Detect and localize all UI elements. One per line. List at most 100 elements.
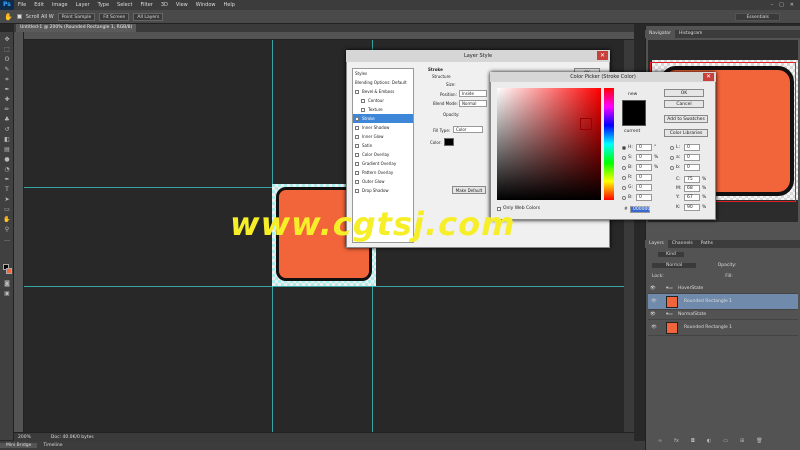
tab-channels[interactable]: Channels: [668, 240, 697, 248]
sample-select[interactable]: Point Sample: [57, 12, 96, 21]
a-field[interactable]: 0: [684, 154, 700, 161]
tab-histogram[interactable]: Histogram: [675, 30, 706, 38]
document-tab[interactable]: Untitled-1 @ 200% (Rounded Rectangle 1, …: [16, 24, 136, 38]
menu-help[interactable]: Help: [220, 2, 239, 8]
close-icon[interactable]: ✕: [790, 2, 794, 8]
filter-kind-select[interactable]: Kind: [658, 252, 684, 257]
menu-filter[interactable]: Filter: [136, 2, 156, 8]
eraser-tool-icon[interactable]: ◧: [2, 136, 12, 144]
close-icon[interactable]: ✕: [703, 73, 714, 81]
style-checkbox[interactable]: [355, 189, 359, 193]
s-field[interactable]: 0: [636, 154, 652, 161]
shape-tool-icon[interactable]: ▭: [2, 206, 12, 214]
l-field[interactable]: 0: [684, 144, 700, 151]
menu-3d[interactable]: 3D: [157, 2, 172, 8]
style-item[interactable]: Color Overlay: [353, 150, 413, 159]
layer-row-selected[interactable]: 👁 Rounded Rectangle 1: [648, 294, 798, 310]
k-field[interactable]: 90: [684, 204, 700, 211]
menu-image[interactable]: Image: [48, 2, 72, 8]
b-field[interactable]: 0: [636, 164, 652, 171]
style-checkbox[interactable]: [355, 135, 359, 139]
zoom-tool-icon[interactable]: ⚲: [2, 226, 12, 234]
tab-paths[interactable]: Paths: [697, 240, 717, 248]
style-checkbox[interactable]: [355, 90, 359, 94]
radio-g[interactable]: [622, 186, 626, 190]
visibility-eye-icon[interactable]: 👁: [650, 294, 658, 310]
dodge-tool-icon[interactable]: ◔: [2, 166, 12, 174]
hand-tool-icon[interactable]: ✋: [2, 216, 12, 224]
radio-l[interactable]: [670, 146, 674, 150]
style-item[interactable]: Blending Options: Default: [353, 78, 413, 87]
gradient-tool-icon[interactable]: ▤: [2, 146, 12, 154]
style-item[interactable]: Inner Glow: [353, 132, 413, 141]
style-checkbox[interactable]: [361, 108, 365, 112]
path-select-tool-icon[interactable]: ➤: [2, 196, 12, 204]
vertical-ruler[interactable]: [14, 32, 24, 440]
style-checkbox[interactable]: [355, 126, 359, 130]
visibility-eye-icon[interactable]: 👁: [650, 284, 656, 294]
menu-type[interactable]: Type: [94, 2, 113, 8]
healing-tool-icon[interactable]: ✚: [2, 96, 12, 104]
radio-s[interactable]: [622, 156, 626, 160]
fit-screen-button[interactable]: Fit Screen: [99, 12, 130, 21]
color-field[interactable]: [497, 88, 601, 200]
tab-layers[interactable]: Layers: [645, 240, 668, 248]
r-field[interactable]: 0: [636, 174, 652, 181]
radio-h[interactable]: [622, 146, 626, 150]
style-checkbox[interactable]: [355, 171, 359, 175]
blend-mode-select[interactable]: Normal: [459, 100, 487, 107]
hex-field[interactable]: 000000: [630, 206, 650, 213]
style-item[interactable]: Satin: [353, 141, 413, 150]
new-group-icon[interactable]: ▭: [723, 438, 728, 447]
g-field[interactable]: 0: [636, 184, 652, 191]
layer-group-row[interactable]: 👁 ▾▭ NormalState: [648, 310, 798, 320]
radio-blue[interactable]: [622, 196, 626, 200]
more-tools-icon[interactable]: …: [2, 236, 12, 244]
h-field[interactable]: 0: [636, 144, 652, 151]
eyedropper-tool-icon[interactable]: ✒: [2, 86, 12, 94]
tab-navigator[interactable]: Navigator: [645, 30, 676, 38]
style-checkbox[interactable]: [355, 153, 359, 157]
style-checkbox[interactable]: [355, 162, 359, 166]
zoom-level[interactable]: 200%: [18, 435, 31, 440]
layer-row[interactable]: 👁 Rounded Rectangle 1: [648, 320, 798, 336]
close-icon[interactable]: ✕: [597, 51, 608, 60]
style-checkbox[interactable]: [355, 180, 359, 184]
move-tool-icon[interactable]: ✥: [2, 36, 12, 44]
blur-tool-icon[interactable]: ●: [2, 156, 12, 164]
style-item[interactable]: Inner Shadow: [353, 123, 413, 132]
style-item[interactable]: Bevel & Emboss: [353, 87, 413, 96]
new-layer-icon[interactable]: ⊞: [740, 438, 744, 447]
link-icon[interactable]: ∞: [658, 438, 662, 447]
mask-icon[interactable]: ◘: [691, 438, 695, 447]
radio-lab-b[interactable]: [670, 166, 674, 170]
y-field[interactable]: 67: [684, 194, 700, 201]
lab-b-field[interactable]: 0: [684, 164, 700, 171]
minimize-icon[interactable]: –: [771, 2, 774, 8]
visibility-eye-icon[interactable]: 👁: [650, 310, 656, 320]
stamp-tool-icon[interactable]: ♣: [2, 116, 12, 124]
menu-layer[interactable]: Layer: [72, 2, 94, 8]
fill-type-select[interactable]: Color: [453, 126, 483, 133]
add-to-swatches-button[interactable]: Add to Swatches: [664, 115, 708, 123]
marquee-tool-icon[interactable]: ⬚: [2, 46, 12, 54]
style-item[interactable]: Drop Shadow: [353, 186, 413, 195]
horizontal-ruler[interactable]: [24, 32, 634, 40]
trash-icon[interactable]: 🗑: [756, 438, 762, 447]
menu-edit[interactable]: Edit: [30, 2, 48, 8]
brush-tool-icon[interactable]: ✏: [2, 106, 12, 114]
style-item[interactable]: Gradient Overlay: [353, 159, 413, 168]
m-field[interactable]: 68: [684, 185, 700, 192]
workspace-select[interactable]: Essentials: [735, 13, 780, 21]
style-item[interactable]: Outer Glow: [353, 177, 413, 186]
style-item[interactable]: Texture: [353, 105, 413, 114]
color-libraries-button[interactable]: Color Libraries: [664, 129, 708, 137]
quick-mask-icon[interactable]: ◙: [2, 280, 12, 288]
hand-tool-icon[interactable]: ✋: [4, 13, 13, 21]
adjustment-icon[interactable]: ◐: [707, 438, 711, 447]
blue-field[interactable]: 0: [636, 194, 652, 201]
make-default-button[interactable]: Make Default: [452, 186, 486, 194]
screen-mode-icon[interactable]: ▣: [2, 290, 12, 298]
visibility-eye-icon[interactable]: 👁: [650, 320, 658, 336]
fx-icon[interactable]: fx: [674, 438, 679, 447]
